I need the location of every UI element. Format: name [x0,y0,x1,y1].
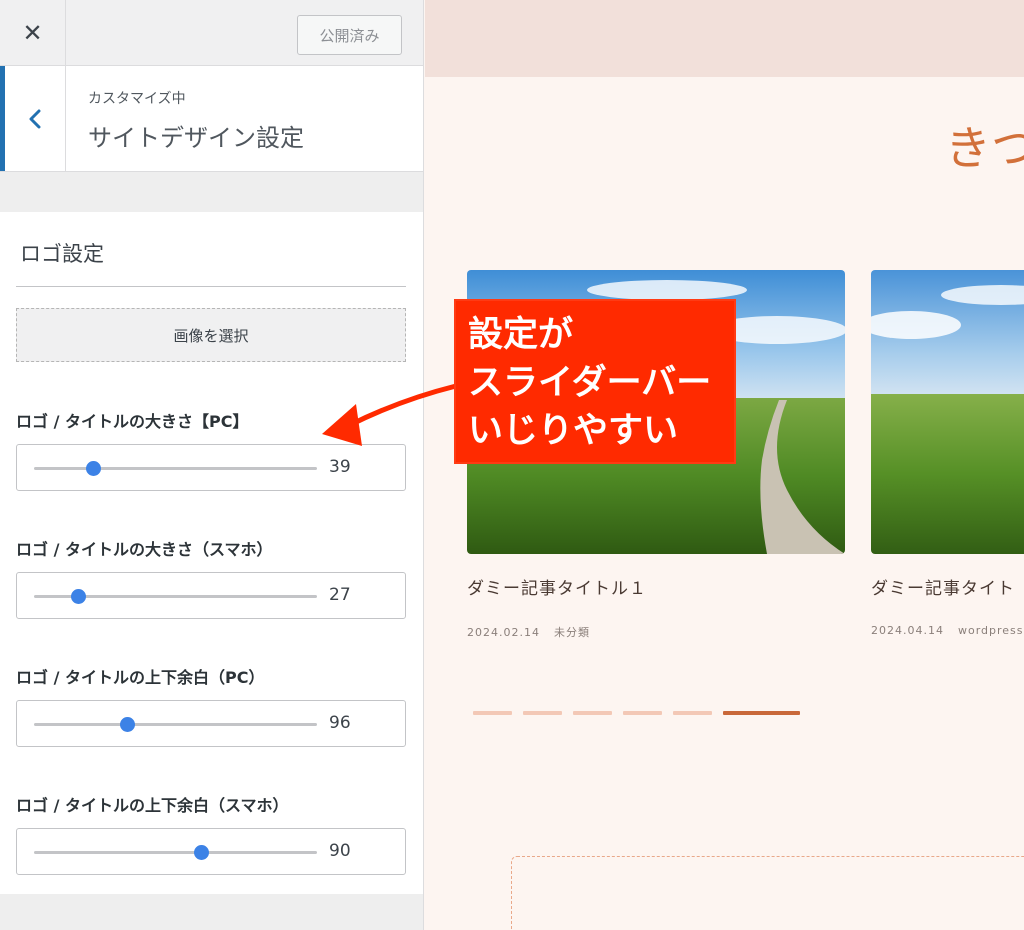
slider-value: 27 [329,585,351,605]
publish-button[interactable]: 公開済み [297,15,402,55]
callout-line: スライダーバー [468,363,712,403]
slider-label-logo-padding-pc: ロゴ / タイトルの上下余白（PC） [16,668,265,687]
customizing-label: カスタマイズ中 [88,91,186,107]
pager-dot[interactable] [473,711,512,715]
section-title: サイトデザイン設定 [88,124,304,152]
pager-dot[interactable] [673,711,712,715]
logo-settings-heading: ロゴ設定 [20,242,104,266]
pager-dot-active[interactable] [723,711,800,715]
post-category[interactable]: wordpress [958,624,1024,637]
slider-handle[interactable] [70,589,86,604]
slider-control-logo-size-pc: 39 [16,444,406,491]
close-icon[interactable]: ✕ [0,0,66,66]
pager-dot[interactable] [573,711,612,715]
slider-track[interactable] [34,461,317,476]
slider-track[interactable] [34,589,317,604]
slider-label-logo-size-sp: ロゴ / タイトルの大きさ（スマホ） [16,540,273,559]
select-image-button[interactable]: 画像を選択 [16,308,406,362]
site-title[interactable]: きつ [945,112,1024,178]
slider-control-logo-padding-sp: 90 [16,828,406,875]
annotation-callout: 設定が スライダーバー いじりやすい [456,301,734,462]
slider-label-logo-padding-sp: ロゴ / タイトルの上下余白（スマホ） [16,796,289,815]
slider-label-logo-size-pc: ロゴ / タイトルの大きさ【PC】 [16,412,249,431]
slider-value: 39 [329,457,351,477]
divider [16,286,406,287]
pager-dot[interactable] [523,711,562,715]
slider-track[interactable] [34,717,317,732]
slider-control-logo-size-sp: 27 [16,572,406,619]
slider-control-logo-padding-pc: 96 [16,700,406,747]
customizer-sidebar: ✕ 公開済み カスタマイズ中 サイトデザイン設定 ロゴ設定 画像を選択 ロゴ /… [0,0,424,930]
callout-line: いじりやすい [468,411,679,451]
slider-handle[interactable] [193,845,209,860]
customizer-topbar: ✕ 公開済み [0,0,423,66]
chevron-left-icon [29,109,41,128]
section-header: カスタマイズ中 サイトデザイン設定 [0,66,423,172]
post-thumbnail[interactable] [871,270,1024,554]
post-title[interactable]: ダミー記事タイト [871,574,1024,599]
back-button[interactable] [0,66,66,171]
post-card[interactable]: ダミー記事タイト 2024.04.14 wordpress [871,270,1024,637]
post-meta: 2024.02.14 未分類 [467,624,845,640]
slider-track[interactable] [34,845,317,860]
content-placeholder-box [511,856,1024,930]
site-preview: きつ ダミー記事タイトル１ 2024.02.14 未分類 ダミー記事タイト 20… [425,0,1024,930]
post-meta: 2024.04.14 wordpress [871,624,1024,637]
slider-value: 96 [329,713,351,733]
logo-settings-panel: ロゴ設定 画像を選択 ロゴ / タイトルの大きさ【PC】 39 ロゴ / タイト… [0,212,423,894]
slider-value: 90 [329,841,351,861]
slider-pagination [473,711,800,715]
post-date: 2024.04.14 [871,624,944,637]
preview-header-bar [425,0,1024,77]
pager-dot[interactable] [623,711,662,715]
post-date: 2024.02.14 [467,626,540,639]
callout-line: 設定が [468,315,574,355]
post-title[interactable]: ダミー記事タイトル１ [467,574,845,599]
slider-handle[interactable] [86,461,102,476]
slider-handle[interactable] [120,717,136,732]
post-category[interactable]: 未分類 [554,626,590,639]
